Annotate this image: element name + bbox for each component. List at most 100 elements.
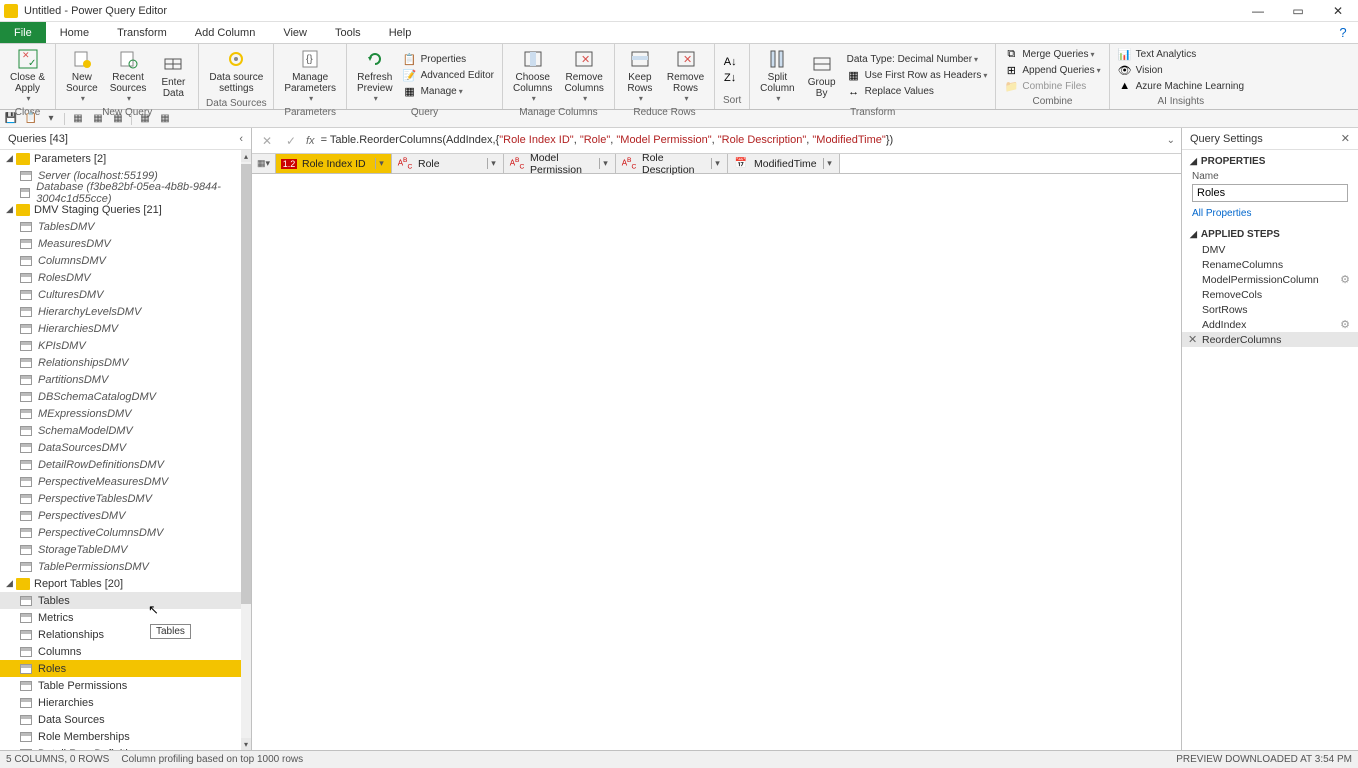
- query-item[interactable]: DetailRowDefinitionsDMV: [0, 456, 251, 473]
- text-analytics-button[interactable]: 📊Text Analytics: [1114, 46, 1248, 62]
- query-item[interactable]: PartitionsDMV: [0, 371, 251, 388]
- query-item[interactable]: Data Sources: [0, 711, 251, 728]
- transform-tab[interactable]: Transform: [103, 22, 181, 43]
- close-window-button[interactable]: ✕: [1318, 0, 1358, 22]
- applied-step[interactable]: RemoveCols: [1182, 287, 1358, 302]
- azure-ml-button[interactable]: ▲Azure Machine Learning: [1114, 78, 1248, 94]
- formula-input[interactable]: = Table.ReorderColumns(AddIndex,{"Role I…: [321, 134, 1161, 147]
- query-item[interactable]: Columns: [0, 643, 251, 660]
- query-item[interactable]: Metrics: [0, 609, 251, 626]
- query-item[interactable]: Table Permissions: [0, 677, 251, 694]
- query-item[interactable]: Hierarchies: [0, 694, 251, 711]
- formula-cancel-button[interactable]: ✕: [258, 132, 276, 150]
- step-settings-icon[interactable]: ⚙: [1340, 318, 1350, 331]
- query-item[interactable]: TablesDMV: [0, 218, 251, 235]
- append-queries-button[interactable]: ⊞Append Queries▾: [1000, 62, 1104, 78]
- column-type-icon[interactable]: ABC: [396, 157, 414, 171]
- properties-section-header[interactable]: ◢PROPERTIES: [1182, 150, 1358, 169]
- query-item[interactable]: TablePermissionsDMV: [0, 558, 251, 575]
- column-filter-button[interactable]: ▾: [375, 158, 387, 169]
- query-item[interactable]: DBSchemaCatalogDMV: [0, 388, 251, 405]
- refresh-preview-button[interactable]: Refresh Preview▾: [351, 46, 399, 105]
- minimize-button[interactable]: —: [1238, 0, 1278, 22]
- enter-data-button[interactable]: Enter Data: [152, 51, 194, 101]
- queries-tree[interactable]: ▴ ▾ ◢Parameters [2]Server (localhost:551…: [0, 150, 251, 750]
- merge-queries-button[interactable]: ⧉Merge Queries▾: [1000, 46, 1104, 62]
- query-item[interactable]: ColumnsDMV: [0, 252, 251, 269]
- applied-step[interactable]: ✕ReorderColumns: [1182, 332, 1358, 347]
- scroll-down-button[interactable]: ▾: [241, 738, 251, 750]
- query-item[interactable]: Relationships: [0, 626, 251, 643]
- query-item[interactable]: Roles: [0, 660, 251, 677]
- column-header[interactable]: ABCRole Description▾: [616, 154, 728, 173]
- replace-values-button[interactable]: ↔Replace Values: [843, 84, 992, 100]
- close-settings-button[interactable]: ✕: [1341, 132, 1350, 145]
- remove-columns-button[interactable]: ✕Remove Columns▾: [558, 46, 609, 105]
- qat-item[interactable]: ▦: [138, 112, 152, 126]
- manage-parameters-button[interactable]: {}Manage Parameters▾: [278, 46, 342, 105]
- query-item[interactable]: DataSourcesDMV: [0, 439, 251, 456]
- view-tab[interactable]: View: [269, 22, 321, 43]
- qat-item[interactable]: ▦: [158, 112, 172, 126]
- new-source-button[interactable]: New Source▾: [60, 46, 104, 105]
- query-item[interactable]: MeasuresDMV: [0, 235, 251, 252]
- column-filter-button[interactable]: ▾: [599, 158, 611, 169]
- remove-rows-button[interactable]: ✕Remove Rows▾: [661, 46, 710, 105]
- data-type-button[interactable]: Data Type: Decimal Number▾: [843, 52, 992, 68]
- column-header[interactable]: 1.2Role Index ID▾: [276, 154, 392, 173]
- add-column-tab[interactable]: Add Column: [181, 22, 270, 43]
- formula-commit-button[interactable]: ✓: [282, 132, 300, 150]
- query-group[interactable]: ◢Parameters [2]: [0, 150, 251, 167]
- column-type-icon[interactable]: ABC: [508, 157, 526, 171]
- query-item[interactable]: Database (f3be82bf-05ea-4b8b-9844-3004c1…: [0, 184, 251, 201]
- column-type-icon[interactable]: 📅: [732, 157, 750, 171]
- query-item[interactable]: RelationshipsDMV: [0, 354, 251, 371]
- close-apply-button[interactable]: ✕✓ Close & Apply▾: [4, 46, 51, 105]
- query-item[interactable]: PerspectiveMeasuresDMV: [0, 473, 251, 490]
- query-item[interactable]: Tables: [0, 592, 251, 609]
- column-filter-button[interactable]: ▾: [823, 158, 835, 169]
- query-item[interactable]: SchemaModelDMV: [0, 422, 251, 439]
- query-group[interactable]: ◢Report Tables [20]: [0, 575, 251, 592]
- applied-steps-header[interactable]: ◢APPLIED STEPS: [1182, 223, 1358, 242]
- first-row-headers-button[interactable]: ▦Use First Row as Headers▾: [843, 68, 992, 84]
- applied-step[interactable]: AddIndex⚙: [1182, 317, 1358, 332]
- qat-dropdown[interactable]: ▾: [44, 112, 58, 126]
- qat-item[interactable]: 📋: [24, 112, 38, 126]
- data-source-settings-button[interactable]: Data source settings: [203, 46, 269, 96]
- grid-corner-button[interactable]: ▦▾: [252, 154, 276, 173]
- query-item[interactable]: Role Memberships: [0, 728, 251, 745]
- applied-step[interactable]: ModelPermissionColumn⚙: [1182, 272, 1358, 287]
- query-item[interactable]: RolesDMV: [0, 269, 251, 286]
- query-item[interactable]: StorageTableDMV: [0, 541, 251, 558]
- vision-button[interactable]: 👁Vision: [1114, 62, 1248, 78]
- collapse-queries-button[interactable]: ‹: [239, 133, 243, 145]
- step-settings-icon[interactable]: ⚙: [1340, 273, 1350, 286]
- scroll-up-button[interactable]: ▴: [241, 150, 251, 162]
- properties-button[interactable]: 📋Properties: [399, 52, 498, 68]
- applied-step[interactable]: SortRows: [1182, 302, 1358, 317]
- combine-files-button[interactable]: 📁Combine Files: [1000, 78, 1104, 94]
- formula-expand-button[interactable]: ⌄: [1167, 135, 1175, 146]
- sort-desc-button[interactable]: Z↓: [719, 70, 745, 86]
- maximize-button[interactable]: ▭: [1278, 0, 1318, 22]
- query-item[interactable]: CulturesDMV: [0, 286, 251, 303]
- qat-item[interactable]: ▦: [91, 112, 105, 126]
- group-by-button[interactable]: Group By: [801, 51, 843, 101]
- all-properties-link[interactable]: All Properties: [1182, 204, 1358, 223]
- queries-scrollbar[interactable]: ▴ ▾: [241, 150, 251, 750]
- split-column-button[interactable]: Split Column▾: [754, 46, 800, 105]
- help-tab[interactable]: Help: [375, 22, 426, 43]
- column-header[interactable]: ABCRole▾: [392, 154, 504, 173]
- query-name-input[interactable]: [1192, 184, 1348, 202]
- choose-columns-button[interactable]: Choose Columns▾: [507, 46, 558, 105]
- keep-rows-button[interactable]: Keep Rows▾: [619, 46, 661, 105]
- query-item[interactable]: MExpressionsDMV: [0, 405, 251, 422]
- column-type-icon[interactable]: 1.2: [280, 157, 298, 171]
- query-item[interactable]: HierarchiesDMV: [0, 320, 251, 337]
- applied-step[interactable]: RenameColumns: [1182, 257, 1358, 272]
- recent-sources-button[interactable]: Recent Sources▾: [104, 46, 153, 105]
- query-item[interactable]: PerspectiveTablesDMV: [0, 490, 251, 507]
- query-item[interactable]: PerspectiveColumnsDMV: [0, 524, 251, 541]
- manage-button[interactable]: ▦Manage▾: [399, 84, 498, 100]
